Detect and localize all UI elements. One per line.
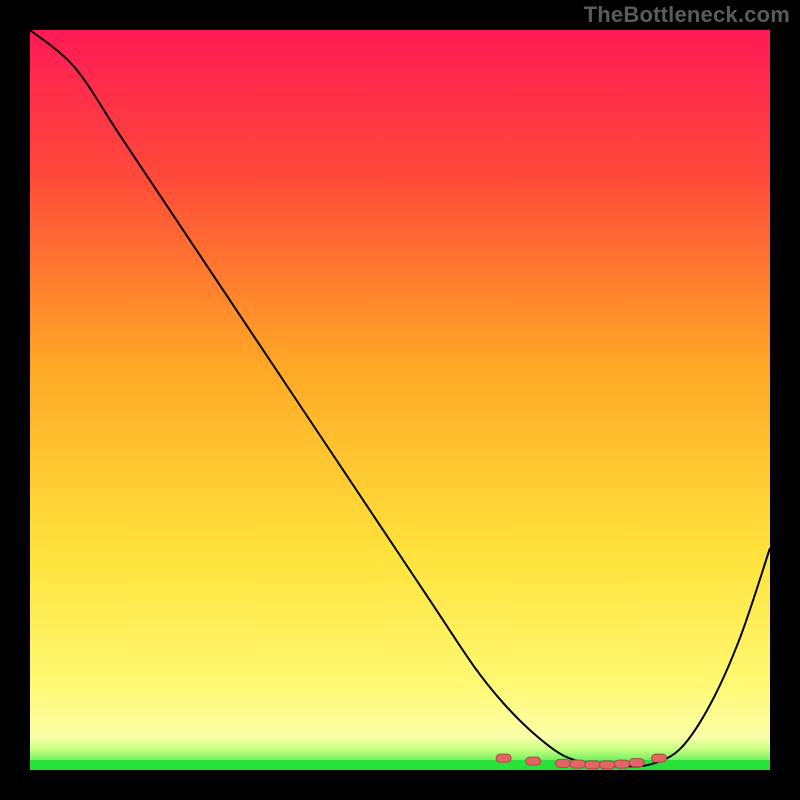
- chart-stage: { "watermark": "TheBottleneck.com", "col…: [0, 0, 800, 800]
- optimal-marker: [600, 761, 615, 769]
- optimal-marker: [585, 761, 600, 769]
- optimal-marker: [629, 759, 644, 767]
- plot-background: [30, 30, 770, 770]
- optimal-marker: [555, 759, 570, 767]
- optimal-marker: [570, 760, 585, 768]
- optimal-marker: [615, 760, 630, 768]
- bottleneck-curve-chart: [0, 0, 800, 800]
- optimal-marker: [496, 754, 511, 762]
- optimal-marker: [526, 757, 541, 765]
- optimal-marker: [652, 754, 667, 762]
- watermark-text: TheBottleneck.com: [584, 2, 790, 28]
